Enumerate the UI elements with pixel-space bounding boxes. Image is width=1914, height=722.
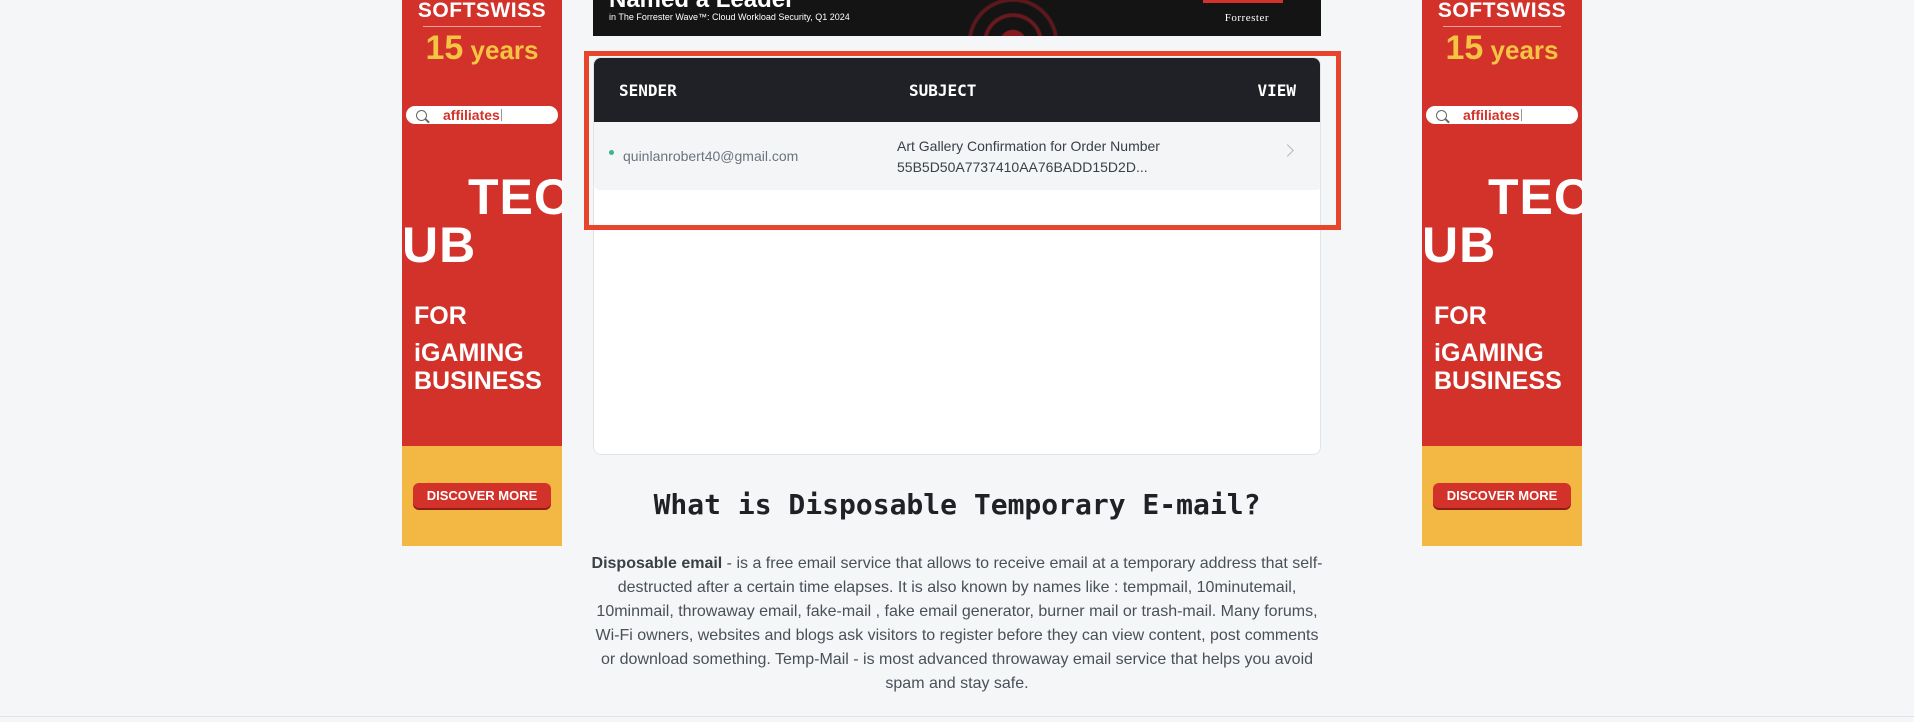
ad-years-word: years xyxy=(1490,35,1559,65)
right-ad-banner[interactable]: SOFTSWISS 15 years affiliates TEC UB FOR… xyxy=(1422,0,1582,546)
column-header-view: VIEW xyxy=(1257,80,1296,100)
ad-divider xyxy=(1443,26,1561,27)
unread-dot-icon xyxy=(609,150,614,155)
discover-more-button[interactable]: DISCOVER MORE xyxy=(413,483,551,508)
ad-headline-1: TEC xyxy=(468,169,562,225)
banner-subtitle: in The Forrester Wave™: Cloud Workload S… xyxy=(609,12,850,22)
ad-for-line-1: FOR xyxy=(414,302,467,330)
ad-years-word: years xyxy=(470,35,539,65)
ad-footer: DISCOVER MORE xyxy=(402,446,562,546)
ad-for-line-2: iGAMING xyxy=(414,339,524,367)
ad-headline-1: TEC xyxy=(1488,169,1582,225)
ad-for-line-3: BUSINESS xyxy=(1434,367,1562,395)
ad-for-line-1: FOR xyxy=(1434,302,1487,330)
ad-for-line-2: iGAMING xyxy=(1434,339,1544,367)
ad-years-number: 15 xyxy=(1445,29,1484,67)
search-icon xyxy=(416,109,427,121)
inbox-header: SENDER SUBJECT VIEW xyxy=(594,58,1320,122)
faq-body: Disposable email - is a free email servi… xyxy=(590,552,1324,696)
ad-years: 15 years xyxy=(1422,31,1582,65)
left-ad-banner[interactable]: SOFTSWISS 15 years affiliates TEC UB FOR… xyxy=(402,0,562,546)
text-caret xyxy=(1520,109,1522,121)
ad-search-bar: affiliates xyxy=(1426,106,1578,124)
banner-pattern xyxy=(893,0,1093,36)
inbox-message-row[interactable]: quinlanrobert40@gmail.com Art Gallery Co… xyxy=(594,122,1320,190)
text-caret xyxy=(500,109,502,121)
ad-footer: DISCOVER MORE xyxy=(1422,446,1582,546)
column-header-sender: SENDER xyxy=(619,80,677,100)
forrester-logo: Forrester xyxy=(1224,12,1269,24)
faq-title: What is Disposable Temporary E-mail? xyxy=(653,488,1261,521)
banner-red-bar xyxy=(1203,0,1283,3)
message-sender[interactable]: quinlanrobert40@gmail.com xyxy=(623,148,798,164)
ad-headline-2: UB xyxy=(402,217,477,273)
ad-brand: SOFTSWISS xyxy=(417,0,547,22)
ad-headline-2: UB xyxy=(1422,217,1497,273)
footer-divider xyxy=(0,716,1914,717)
ad-years: 15 years xyxy=(402,31,562,65)
ad-years-number: 15 xyxy=(425,29,464,67)
ad-search-text: affiliates xyxy=(443,107,500,123)
search-icon xyxy=(1436,109,1447,121)
ad-brand: SOFTSWISS xyxy=(1437,0,1567,22)
chevron-right-icon[interactable] xyxy=(1281,144,1294,157)
inbox-card: SENDER SUBJECT VIEW quinlanrobert40@gmai… xyxy=(593,57,1321,455)
top-banner-ad[interactable]: Named a Leader in The Forrester Wave™: C… xyxy=(593,0,1321,36)
message-subject[interactable]: Art Gallery Confirmation for Order Numbe… xyxy=(897,136,1197,178)
ad-search-text: affiliates xyxy=(1463,107,1520,123)
column-header-subject: SUBJECT xyxy=(909,80,977,100)
faq-text: - is a free email service that allows to… xyxy=(595,555,1323,692)
ad-for-line-3: BUSINESS xyxy=(414,367,542,395)
ad-divider xyxy=(423,26,541,27)
discover-more-button[interactable]: DISCOVER MORE xyxy=(1433,483,1571,508)
ad-search-bar: affiliates xyxy=(406,106,558,124)
faq-lead: Disposable email xyxy=(591,555,723,572)
